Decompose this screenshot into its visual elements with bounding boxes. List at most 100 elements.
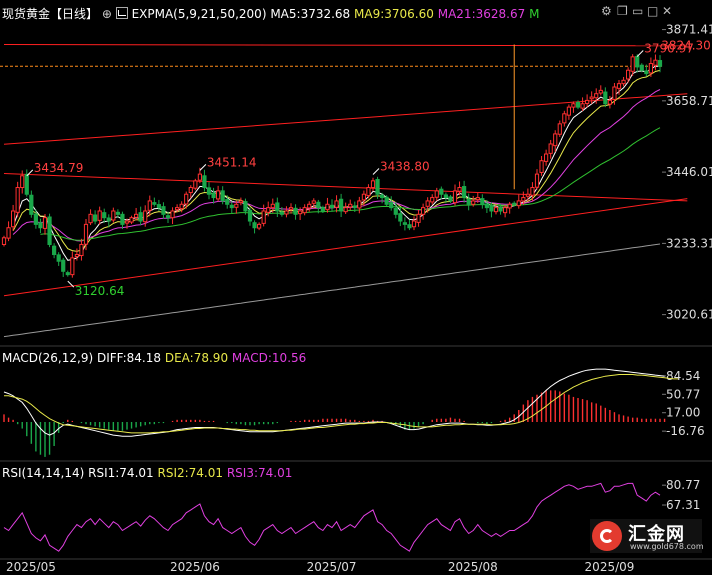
chart-indicator-icon[interactable] bbox=[115, 7, 128, 19]
settings-icon[interactable]: ⚙ bbox=[601, 5, 612, 17]
candle-body bbox=[83, 223, 89, 245]
candle-body bbox=[329, 204, 335, 209]
candle-body bbox=[266, 207, 271, 213]
ma5-label: MA5:3732.68 bbox=[270, 7, 351, 21]
candle-body bbox=[516, 200, 521, 207]
candle-body bbox=[462, 186, 467, 199]
price-tick-label: 3020.61 bbox=[666, 308, 712, 322]
candle-body bbox=[566, 106, 571, 116]
candle-body bbox=[585, 99, 590, 104]
candle-body bbox=[530, 187, 535, 196]
candle-body bbox=[416, 213, 421, 223]
candle-body bbox=[234, 203, 239, 208]
candle-body bbox=[644, 70, 649, 75]
macd-dea-line bbox=[4, 374, 679, 434]
candle-body bbox=[452, 190, 458, 204]
candle-body bbox=[635, 56, 640, 68]
macd-tick-label: -16.76 bbox=[666, 424, 705, 438]
candle-body bbox=[6, 227, 11, 239]
candle-body bbox=[175, 207, 180, 211]
candle-body bbox=[553, 133, 558, 147]
candle-body bbox=[393, 207, 398, 215]
candle-body bbox=[389, 202, 394, 209]
candle-body bbox=[20, 175, 25, 189]
candle-body bbox=[52, 245, 57, 256]
annotation-label: 3438.80 bbox=[380, 160, 430, 174]
candle-body bbox=[503, 207, 508, 214]
candle-body bbox=[493, 207, 499, 213]
candle-body bbox=[120, 213, 125, 225]
trendline bbox=[3, 93, 688, 145]
candle-body bbox=[316, 201, 321, 209]
candle-body bbox=[457, 187, 462, 192]
candle-body bbox=[575, 101, 581, 108]
candle-body bbox=[498, 206, 503, 212]
candle-body bbox=[79, 243, 84, 257]
candle-body bbox=[138, 212, 143, 222]
price-tick-label: 3871.41 bbox=[666, 23, 712, 37]
candle-body bbox=[257, 223, 262, 229]
macd-panel-header: MACD(26,12,9) DIFF:84.18 DEA:78.90 MACD:… bbox=[2, 351, 306, 365]
candle-body bbox=[279, 211, 284, 215]
rsi3-value: RSI3:74.01 bbox=[226, 466, 293, 480]
candle-body bbox=[47, 216, 52, 245]
candle-body bbox=[134, 213, 139, 218]
candle-body bbox=[489, 205, 494, 212]
candle-body bbox=[544, 153, 549, 162]
candle-body bbox=[657, 60, 663, 67]
candle-body bbox=[430, 197, 435, 203]
minimize-icon[interactable]: ▭ bbox=[632, 5, 643, 17]
candle-body bbox=[439, 188, 444, 195]
x-axis-label: 2025/09 bbox=[585, 560, 635, 574]
macd-tick-label: 50.77 bbox=[666, 387, 700, 401]
candle-body bbox=[448, 196, 453, 202]
restore-icon[interactable]: ❐ bbox=[617, 5, 628, 17]
candle-body bbox=[206, 187, 212, 195]
price-tick-label: 3233.31 bbox=[666, 236, 712, 250]
maximize-icon[interactable]: □ bbox=[647, 5, 658, 17]
candle-body bbox=[179, 203, 184, 210]
candle-body bbox=[525, 193, 530, 197]
annotation-label: 3451.14 bbox=[207, 155, 257, 169]
candle-body bbox=[562, 113, 567, 124]
candle-body bbox=[202, 175, 207, 189]
candle-body bbox=[361, 193, 366, 201]
gold678-logo-mark bbox=[592, 521, 622, 551]
candle-body bbox=[275, 202, 280, 212]
macd-diff: DIFF:84.18 bbox=[96, 351, 162, 365]
candle-body bbox=[375, 178, 380, 195]
candle-body bbox=[594, 93, 599, 99]
candle-body bbox=[626, 69, 631, 80]
candle-body bbox=[38, 222, 43, 229]
candle-body bbox=[102, 212, 107, 219]
candle-body bbox=[88, 213, 93, 224]
macd-dea: DEA:78.90 bbox=[164, 351, 229, 365]
rsi-line bbox=[3, 482, 661, 552]
candle-body bbox=[170, 210, 175, 219]
chart-canvas: 3871.413658.713446.013233.313020.613824.… bbox=[0, 23, 712, 574]
rsi-tick-label: 67.31 bbox=[666, 498, 700, 512]
close-icon[interactable]: ✕ bbox=[662, 5, 672, 17]
candle-body bbox=[380, 194, 385, 199]
candle-body bbox=[65, 272, 70, 276]
price-tick-label: 3446.01 bbox=[666, 165, 712, 179]
candle-body bbox=[352, 205, 357, 209]
price-panel-header: 现货黄金【日线】 ⊕ EXPMA(5,9,21,50,200) MA5:3732… bbox=[2, 7, 539, 21]
x-axis-label: 2025/06 bbox=[170, 560, 220, 574]
candle-body bbox=[557, 123, 562, 135]
candle-body bbox=[612, 86, 617, 100]
candle-body bbox=[598, 89, 603, 94]
candle-body bbox=[339, 198, 344, 212]
candle-body bbox=[1, 237, 7, 245]
candle-body bbox=[630, 56, 635, 72]
candle-body bbox=[247, 209, 253, 222]
candle-body bbox=[193, 180, 198, 189]
ma50-line bbox=[40, 127, 661, 241]
macd-value: MACD:10.56 bbox=[231, 351, 307, 365]
candle-body bbox=[603, 91, 608, 105]
candle-body bbox=[229, 204, 234, 209]
candle-body bbox=[320, 207, 325, 212]
candle-body bbox=[11, 210, 16, 228]
crosshair-tool-icon[interactable]: ⊕ bbox=[102, 7, 112, 21]
candle-body bbox=[147, 200, 152, 211]
